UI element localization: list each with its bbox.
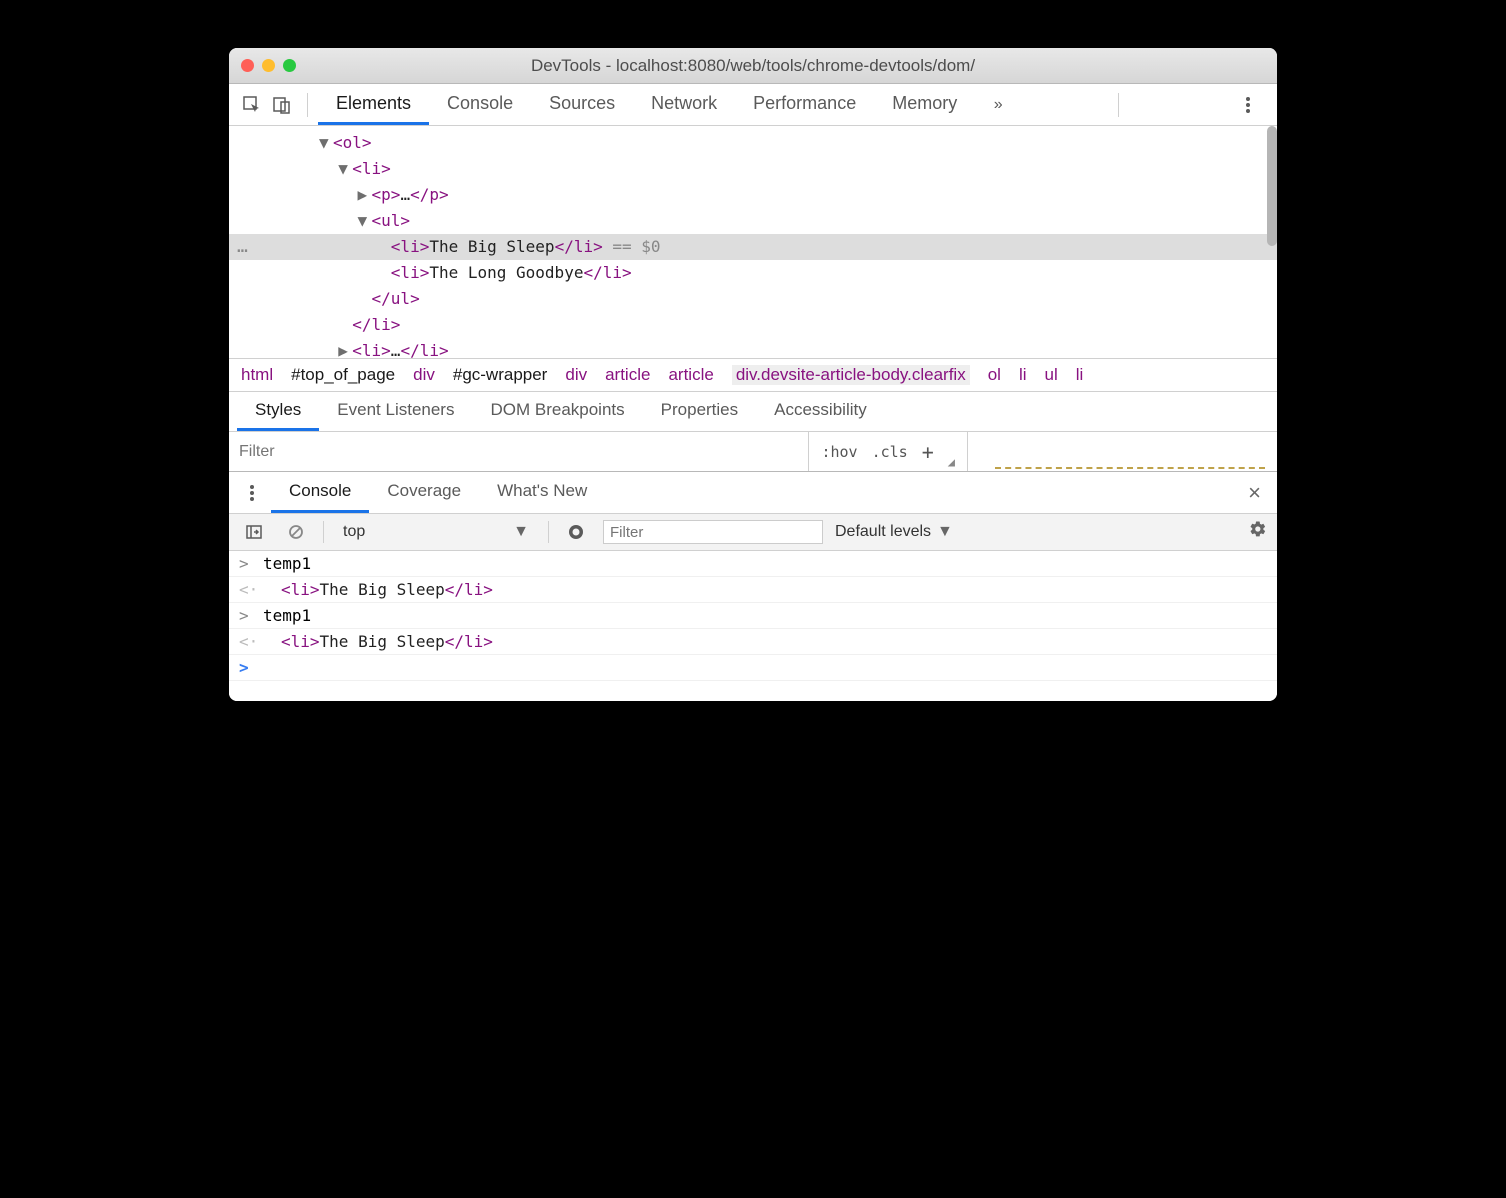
dom-node[interactable]: ▼<ol> (229, 130, 1277, 156)
elements-panel: ▼<ol> ▼<li> ▶<p>…</p> ▼<ul>… <li>The Big… (229, 126, 1277, 358)
main-tab-network[interactable]: Network (633, 84, 735, 125)
console-content: temp1 (257, 554, 311, 573)
console-row[interactable]: > (229, 655, 1277, 681)
dom-node[interactable]: <li>The Long Goodbye</li> (229, 260, 1277, 286)
chevron-down-icon: ▼ (937, 523, 953, 541)
minimize-window-button[interactable] (262, 59, 275, 72)
breadcrumb-item[interactable]: article (668, 365, 713, 385)
close-window-button[interactable] (241, 59, 254, 72)
dom-node[interactable]: ▼<ul> (229, 208, 1277, 234)
input-marker-icon: > (239, 554, 257, 573)
main-tab-console[interactable]: Console (429, 84, 531, 125)
device-toggle-icon[interactable] (267, 90, 297, 120)
main-tab-bar: ElementsConsoleSourcesNetworkPerformance… (229, 84, 1277, 126)
new-style-rule-button[interactable]: + (922, 440, 934, 464)
breadcrumb-item[interactable]: ul (1045, 365, 1058, 385)
window-title: DevTools - localhost:8080/web/tools/chro… (229, 56, 1277, 76)
console-row: <·<li>The Big Sleep</li> (229, 629, 1277, 655)
computed-pane (967, 432, 1277, 471)
styles-filter-input[interactable] (229, 432, 808, 471)
output-marker-icon: <· (239, 580, 257, 599)
hov-toggle[interactable]: :hov (821, 443, 857, 461)
dom-node[interactable]: ▼<li> (229, 156, 1277, 182)
drawer-tab-what-s-new[interactable]: What's New (479, 472, 605, 513)
input-marker-icon: > (239, 658, 257, 677)
breadcrumb-item[interactable]: li (1019, 365, 1027, 385)
levels-label: Default levels (835, 523, 931, 541)
input-marker-icon: > (239, 606, 257, 625)
close-drawer-button[interactable]: × (1240, 480, 1269, 506)
styles-tab-properties[interactable]: Properties (643, 392, 756, 431)
breadcrumb-item[interactable]: html (241, 365, 273, 385)
console-context-selector[interactable]: top ▼ (336, 520, 536, 544)
console-row: >temp1 (229, 603, 1277, 629)
breadcrumb-item[interactable]: article (605, 365, 650, 385)
breadcrumb-item[interactable]: li (1076, 365, 1084, 385)
main-tab-sources[interactable]: Sources (531, 84, 633, 125)
console-toolbar: top ▼ Default levels ▼ (229, 513, 1277, 551)
breadcrumb-item[interactable]: div (413, 365, 435, 385)
box-model-hint (995, 467, 1265, 473)
breadcrumb-item[interactable]: div (565, 365, 587, 385)
dom-tree[interactable]: ▼<ol> ▼<li> ▶<p>…</p> ▼<ul>… <li>The Big… (229, 126, 1277, 358)
console-sidebar-toggle-icon[interactable] (239, 517, 269, 547)
dom-node[interactable]: ▶<li>…</li> (229, 338, 1277, 358)
inspect-icon[interactable] (237, 90, 267, 120)
styles-filter-row: :hov .cls + ◢ (229, 431, 1277, 471)
dom-node[interactable]: … <li>The Big Sleep</li> == $0 (229, 234, 1277, 260)
context-label: top (343, 523, 365, 541)
dom-node[interactable]: </ul> (229, 286, 1277, 312)
drawer-tab-bar: ConsoleCoverageWhat's New × (229, 471, 1277, 513)
console-filter-input[interactable] (603, 520, 823, 544)
zoom-window-button[interactable] (283, 59, 296, 72)
breadcrumb-item[interactable]: #gc-wrapper (453, 365, 548, 385)
chevron-down-icon: ▼ (513, 523, 529, 541)
log-levels-selector[interactable]: Default levels ▼ (835, 523, 953, 541)
drawer-kebab-icon[interactable] (237, 478, 267, 508)
output-marker-icon: <· (239, 632, 257, 651)
kebab-menu-icon[interactable] (1233, 90, 1263, 120)
cls-toggle[interactable]: .cls (872, 443, 908, 461)
console-content: <li>The Big Sleep</li> (257, 580, 493, 599)
window-controls (241, 59, 296, 72)
styles-tab-styles[interactable]: Styles (237, 392, 319, 431)
devtools-window: DevTools - localhost:8080/web/tools/chro… (229, 48, 1277, 701)
console-settings-icon[interactable] (1249, 520, 1267, 544)
breadcrumb-item[interactable]: ol (988, 365, 1001, 385)
main-tab-performance[interactable]: Performance (735, 84, 874, 125)
breadcrumb-item[interactable]: div.devsite-article-body.clearfix (732, 365, 970, 385)
styles-tab-bar: StylesEvent ListenersDOM BreakpointsProp… (229, 391, 1277, 431)
styles-toggle-group: :hov .cls + ◢ (808, 432, 967, 471)
drawer-tab-coverage[interactable]: Coverage (369, 472, 479, 513)
ellipsis-icon[interactable]: … (237, 234, 248, 260)
separator (1118, 93, 1119, 117)
breadcrumb: html #top_of_page div #gc-wrapper div article… (229, 358, 1277, 391)
console-output[interactable]: >temp1<·<li>The Big Sleep</li>>temp1<·<l… (229, 551, 1277, 701)
styles-tab-accessibility[interactable]: Accessibility (756, 392, 885, 431)
scrollbar-thumb[interactable] (1267, 126, 1277, 246)
console-row: <·<li>The Big Sleep</li> (229, 577, 1277, 603)
dom-node[interactable]: ▶<p>…</p> (229, 182, 1277, 208)
console-content: temp1 (257, 606, 311, 625)
separator (323, 521, 324, 543)
main-tab-memory[interactable]: Memory (874, 84, 975, 125)
corner-resize-icon: ◢ (948, 455, 955, 471)
live-expression-icon[interactable] (561, 517, 591, 547)
console-content: <li>The Big Sleep</li> (257, 632, 493, 651)
clear-console-icon[interactable] (281, 517, 311, 547)
main-tab-elements[interactable]: Elements (318, 84, 429, 125)
styles-tab-dom-breakpoints[interactable]: DOM Breakpoints (472, 392, 642, 431)
overflow-tabs-icon[interactable]: » (983, 90, 1013, 120)
breadcrumb-item[interactable]: #top_of_page (291, 365, 395, 385)
separator (307, 93, 308, 117)
console-row: >temp1 (229, 551, 1277, 577)
styles-tab-event-listeners[interactable]: Event Listeners (319, 392, 472, 431)
drawer-tab-console[interactable]: Console (271, 472, 369, 513)
titlebar: DevTools - localhost:8080/web/tools/chro… (229, 48, 1277, 84)
separator (548, 521, 549, 543)
dom-node[interactable]: </li> (229, 312, 1277, 338)
